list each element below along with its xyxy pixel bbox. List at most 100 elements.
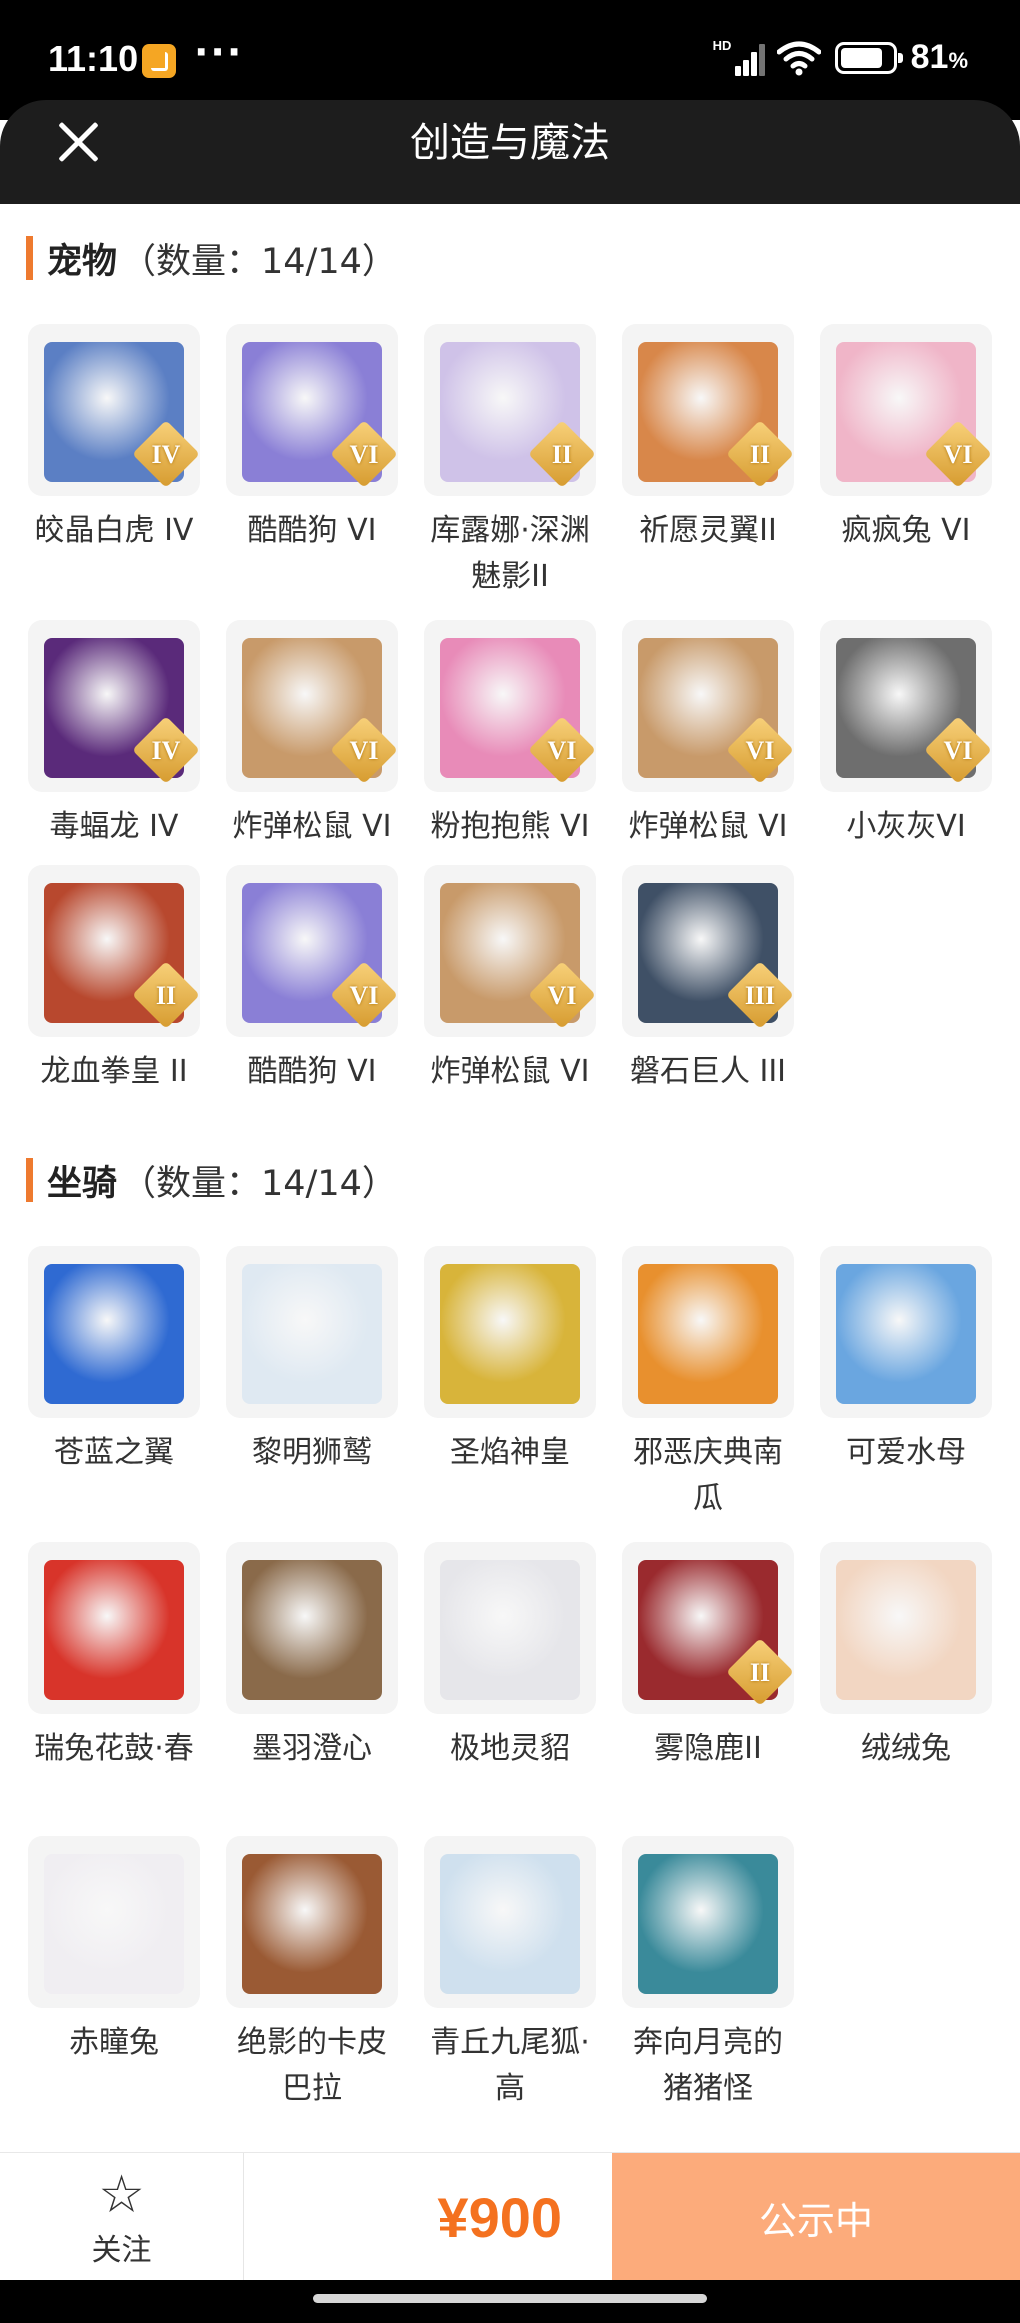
grid-item[interactable]: VI 酷酷狗 VI [224,324,400,554]
section-accent-bar [26,1158,33,1202]
more-notifications-icon: ··· [194,30,244,74]
grid-item[interactable]: 绒绒兔 [818,1542,994,1772]
item-thumbnail[interactable]: VI [226,865,398,1037]
section-accent-bar [26,236,33,280]
item-thumbnail[interactable]: II [28,865,200,1037]
signal-icon: HD [713,38,765,76]
grid-item[interactable]: 黎明狮鹫 [224,1246,400,1476]
level-badge-text: VI [745,736,775,765]
item-label: 邪恶庆典南瓜 [633,1435,783,1516]
grid-item[interactable]: 圣焰神皇 [422,1246,598,1476]
grid-item[interactable]: IV 毒蝠龙 IV [26,620,202,850]
griffin-icon [44,1264,184,1404]
item-thumbnail[interactable] [226,1542,398,1714]
item-label: 绝影的卡皮巴拉 [237,2025,387,2106]
grid-item[interactable]: VI 疯疯兔 VI [818,324,994,554]
item-thumbnail[interactable]: IV [28,620,200,792]
follow-label: 关注 [91,2233,152,2268]
follow-button[interactable]: ☆ 关注 [0,2153,244,2281]
item-thumbnail[interactable] [424,1542,596,1714]
level-badge-text: VI [943,736,973,765]
level-badge-text: VI [349,981,379,1010]
item-thumbnail[interactable] [28,1542,200,1714]
grid-item[interactable]: IV 皎晶白虎 IV [26,324,202,554]
grid-item[interactable]: 青丘九尾狐·高 [422,1836,598,2112]
pumpkin-icon [638,1264,778,1404]
page-title: 创造与魔法 [410,120,610,166]
phoenix-icon [440,1264,580,1404]
grid-item[interactable]: VI 炸弹松鼠 VI [422,865,598,1095]
level-badge-text: II [749,1658,771,1687]
ermine-icon [440,1560,580,1700]
level-badge-text: VI [547,736,577,765]
item-label: 毒蝠龙 IV [49,809,179,844]
item-thumbnail[interactable] [226,1246,398,1418]
item-thumbnail[interactable]: II [622,324,794,496]
item-thumbnail[interactable]: VI [424,865,596,1037]
item-label: 粉抱抱熊 VI [430,809,590,844]
section-count: （数量：14/14） [121,1163,397,1204]
item-thumbnail[interactable] [28,1836,200,2008]
grid-item[interactable]: 邪恶庆典南瓜 [620,1246,796,1522]
grid-item[interactable]: 绝影的卡皮巴拉 [224,1836,400,2112]
home-indicator[interactable] [313,2294,707,2303]
grid-item[interactable]: 极地灵貂 [422,1542,598,1772]
level-badge-text: IV [151,736,181,765]
grid-item[interactable]: VI 酷酷狗 VI [224,865,400,1095]
item-thumbnail[interactable] [820,1542,992,1714]
item-label: 库露娜·深渊魅影II [430,513,590,594]
wifi-icon [776,41,821,75]
feather-icon [242,1560,382,1700]
item-label: 奔向月亮的猪猪怪 [633,2025,783,2106]
item-thumbnail[interactable]: IV [28,324,200,496]
status-indicators: HD 81% [713,38,968,77]
section-name: 坐骑 [47,1163,118,1204]
item-thumbnail[interactable] [622,1836,794,2008]
item-label: 酷酷狗 VI [247,1054,377,1089]
grid-item[interactable]: 可爱水母 [818,1246,994,1476]
item-thumbnail[interactable]: VI [424,620,596,792]
grid-item[interactable]: 瑞兔花鼓·春 [26,1542,202,1772]
item-thumbnail[interactable] [28,1246,200,1418]
grid-item[interactable]: VI 粉抱抱熊 VI [422,620,598,850]
item-thumbnail[interactable] [622,1246,794,1418]
grid-item[interactable]: VI 炸弹松鼠 VI [224,620,400,850]
grid-item[interactable]: VI 小灰灰VI [818,620,994,850]
pig-icon [638,1854,778,1994]
item-thumbnail[interactable] [424,1246,596,1418]
battery-percent: 81% [910,38,968,76]
grid-item[interactable]: 奔向月亮的猪猪怪 [620,1836,796,2112]
item-label: 瑞兔花鼓·春 [34,1731,194,1766]
level-badge-text: II [155,981,177,1010]
item-thumbnail[interactable]: VI [226,620,398,792]
fox-icon [440,1854,580,1994]
item-thumbnail[interactable] [820,1246,992,1418]
grid-item[interactable]: III 磐石巨人 III [620,865,796,1095]
section-count: （数量：14/14） [121,241,397,282]
item-thumbnail[interactable] [424,1836,596,2008]
grid-item[interactable]: II 雾隐鹿II [620,1542,796,1772]
item-thumbnail[interactable]: VI [622,620,794,792]
grid-item[interactable]: 墨羽澄心 [224,1542,400,1772]
notification-app-icon [142,44,176,78]
item-label: 赤瞳兔 [69,2025,159,2060]
level-badge-text: VI [547,981,577,1010]
item-thumbnail[interactable]: II [622,1542,794,1714]
grid-item[interactable]: 苍蓝之翼 [26,1246,202,1476]
grid-item[interactable]: II 祈愿灵翼II [620,324,796,554]
item-label: 可爱水母 [846,1435,966,1470]
item-label: 炸弹松鼠 VI [232,809,392,844]
item-thumbnail[interactable]: II [424,324,596,496]
grid-item[interactable]: VI 炸弹松鼠 VI [620,620,796,850]
grid-item[interactable]: 赤瞳兔 [26,1836,202,2066]
item-thumbnail[interactable]: VI [820,324,992,496]
item-label: 苍蓝之翼 [54,1435,174,1470]
grid-item[interactable]: II 库露娜·深渊魅影II [422,324,598,600]
item-thumbnail[interactable]: III [622,865,794,1037]
grid-item[interactable]: II 龙血拳皇 II [26,865,202,1095]
item-thumbnail[interactable] [226,1836,398,2008]
status-button[interactable]: 公示中 [612,2153,1020,2281]
item-thumbnail[interactable]: VI [226,324,398,496]
item-thumbnail[interactable]: VI [820,620,992,792]
level-badge-text: VI [349,736,379,765]
